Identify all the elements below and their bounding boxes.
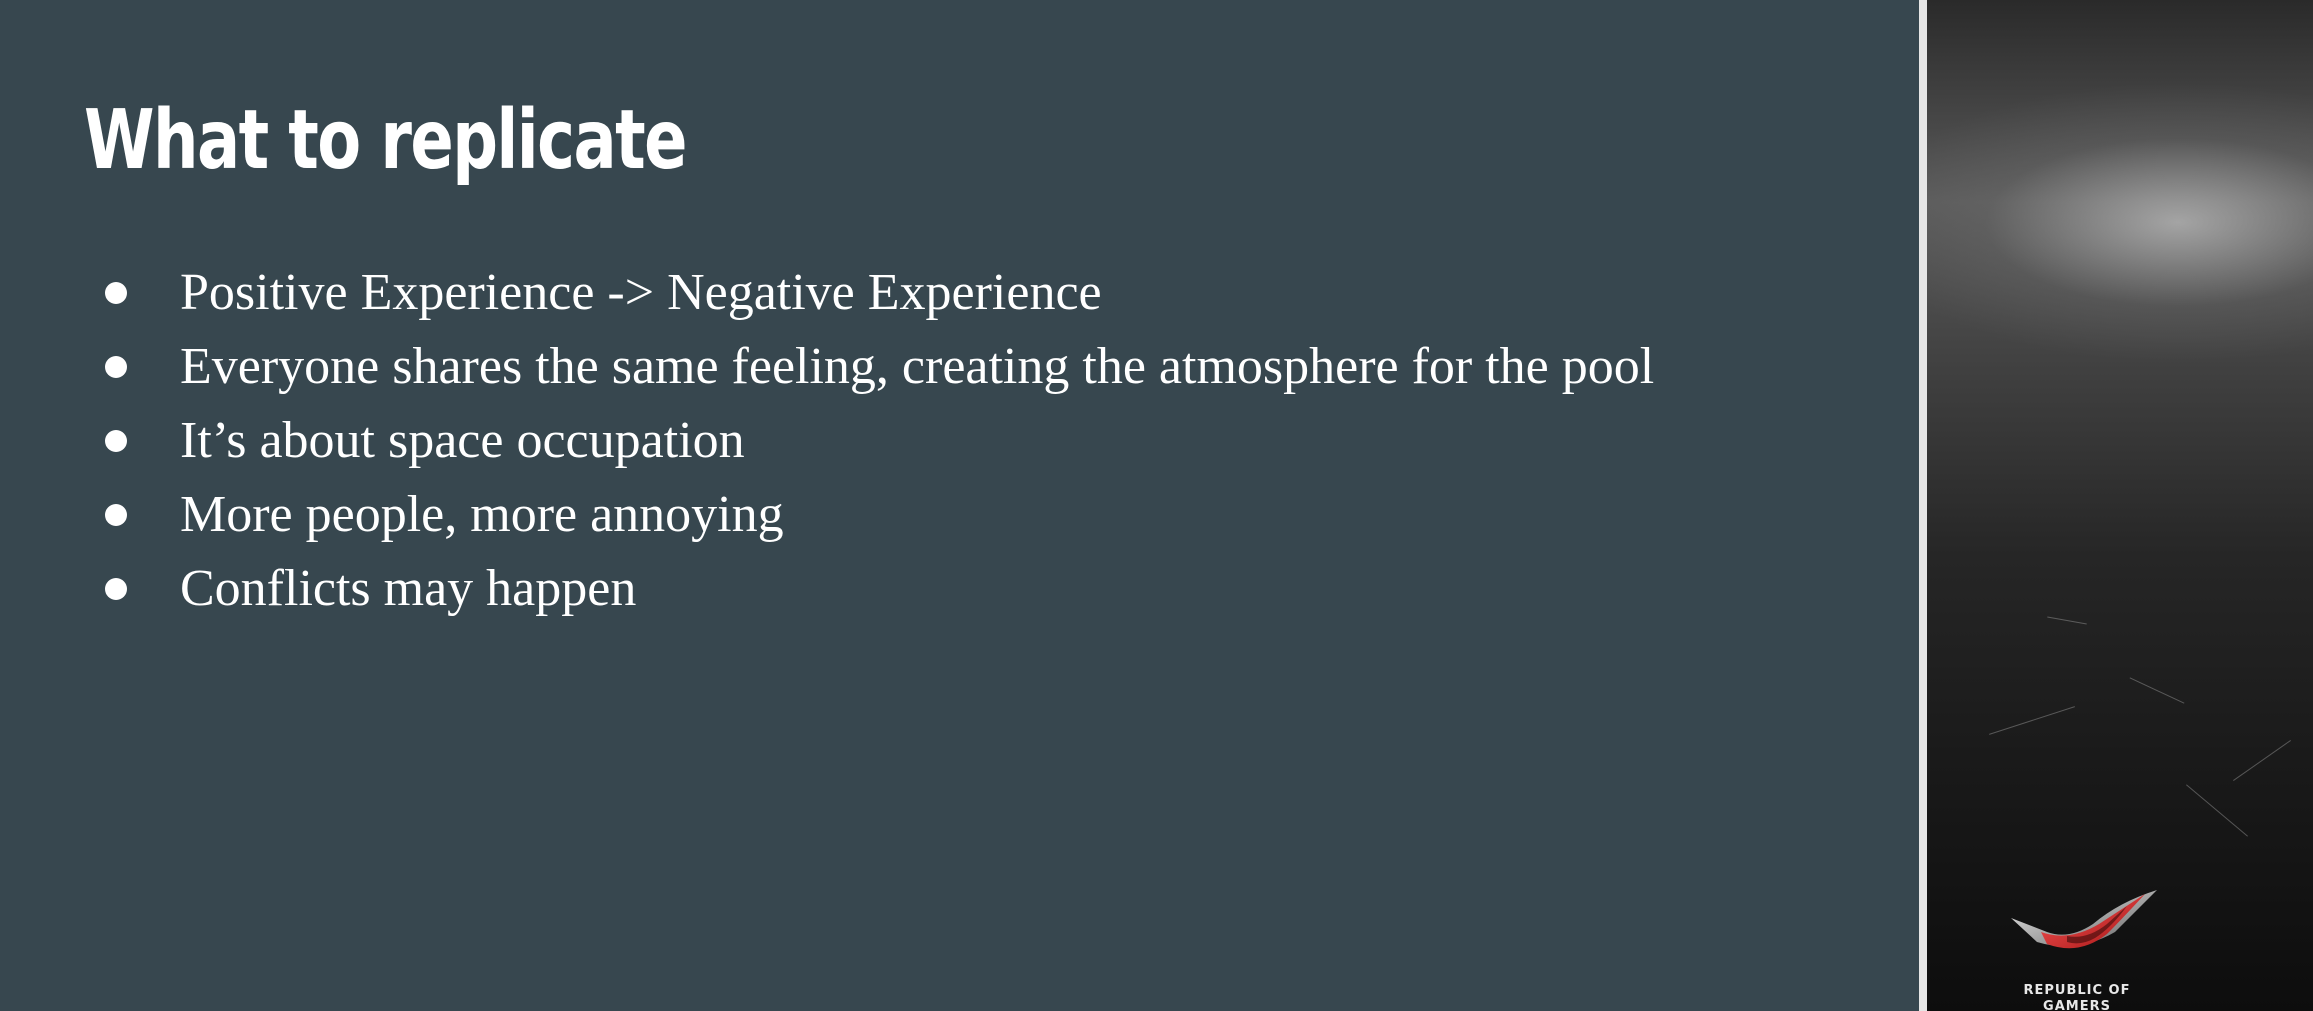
scratch-texture	[2129, 677, 2185, 704]
logo-text-line1: REPUBLIC OF	[2023, 983, 2131, 998]
rog-eye-icon	[2011, 890, 2157, 949]
side-image: REPUBLIC OF GAMERS	[1927, 0, 2313, 1011]
scratch-texture	[2233, 740, 2291, 781]
bullet-text: Positive Experience -> Negative Experien…	[180, 264, 1102, 321]
bullet-dot-icon	[105, 282, 127, 304]
bullet-dot-icon	[105, 356, 127, 378]
bullet-text: It’s about space occupation	[180, 412, 745, 469]
logo-text-line2: GAMERS	[2043, 999, 2111, 1011]
bullet-dot-icon	[105, 578, 127, 600]
bullet-text: Conflicts may happen	[180, 560, 637, 617]
scratch-texture	[2047, 616, 2087, 625]
scratch-texture	[2186, 784, 2248, 837]
slide-content: What to replicate Positive Experience ->…	[0, 0, 1919, 1011]
scratch-texture	[1989, 706, 2075, 735]
bullet-text: More people, more annoying	[180, 486, 784, 543]
bullet-dot-icon	[105, 504, 127, 526]
slide-title: What to replicate	[84, 93, 688, 188]
rog-logo: REPUBLIC OF GAMERS	[1977, 880, 2237, 1011]
panel-divider	[1919, 0, 1927, 1011]
bullet-dot-icon	[105, 430, 127, 452]
slide: What to replicate Positive Experience ->…	[0, 0, 2313, 1011]
bullet-text: Everyone shares the same feeling, creati…	[180, 338, 1655, 395]
